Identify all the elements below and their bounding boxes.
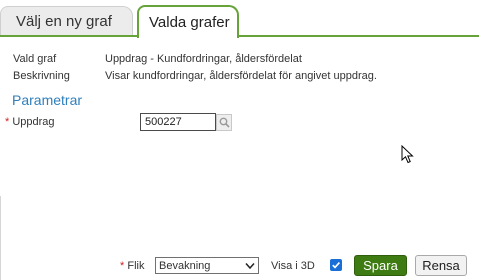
mouse-pointer-icon <box>401 145 414 164</box>
flik-select[interactable]: Bevakning <box>155 257 259 274</box>
save-button[interactable]: Spara <box>354 255 407 276</box>
graph-label: Vald graf <box>13 53 57 65</box>
show-3d-label: Visa i 3D <box>271 260 315 272</box>
uppdrag-label-row: * Uppdrag <box>5 116 55 128</box>
required-marker: * <box>5 116 10 128</box>
tab-new-graph-label: Välj en ny graf <box>16 13 112 30</box>
graph-value: Uppdrag - Kundfordringar, åldersfördelat <box>105 53 302 65</box>
description-value: Visar kundfordringar, åldersfördelat för… <box>105 70 377 82</box>
tab-strip: Välj en ny graf Valda grafer <box>0 0 479 38</box>
panel-border <box>0 196 1 280</box>
magnifier-icon <box>219 117 230 128</box>
chevron-down-icon <box>245 263 255 270</box>
description-label: Beskrivning <box>13 70 70 82</box>
tab-underline <box>0 35 479 37</box>
uppdrag-lookup-button[interactable] <box>216 114 232 131</box>
uppdrag-input[interactable] <box>140 113 216 131</box>
checkmark-icon <box>332 262 341 269</box>
flik-select-value: Bevakning <box>159 259 211 272</box>
tab-selected-graphs[interactable]: Valda grafer <box>137 5 239 38</box>
flik-label-row: * Flik <box>120 260 144 272</box>
tab-selected-graphs-label: Valda grafer <box>149 14 230 31</box>
tab-new-graph[interactable]: Välj en ny graf <box>0 6 133 36</box>
clear-button[interactable]: Rensa <box>415 255 467 276</box>
parameters-header: Parametrar <box>12 92 83 108</box>
show-3d-checkbox[interactable] <box>330 259 342 271</box>
footer-required-marker: * <box>120 260 125 272</box>
flik-label: Flik <box>127 260 145 272</box>
uppdrag-label: Uppdrag <box>12 116 55 128</box>
